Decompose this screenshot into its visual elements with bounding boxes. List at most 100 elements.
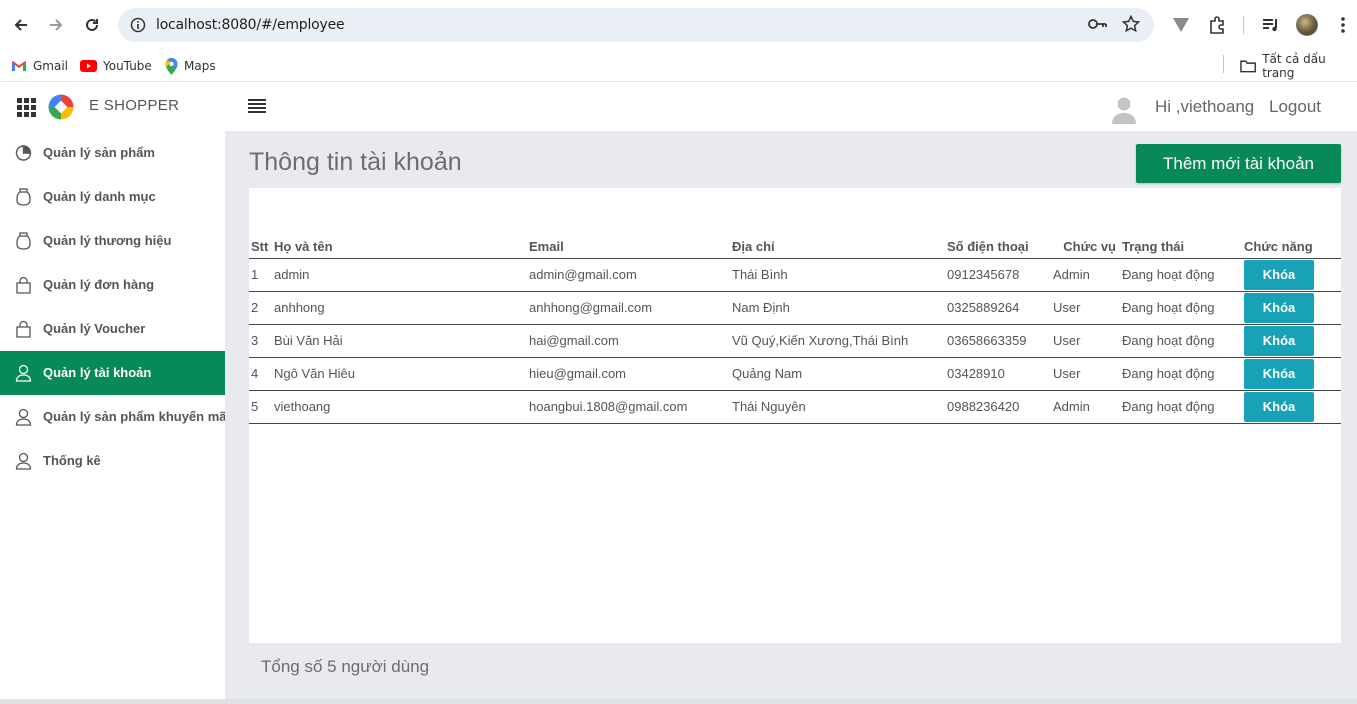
table-row: 1 admin admin@gmail.com Thái Bình 091234… (249, 258, 1341, 292)
cell-action: Khóa (1244, 291, 1341, 325)
bookmarks-separator (1223, 55, 1224, 73)
add-account-button[interactable]: Thêm mới tài khoản (1136, 144, 1341, 183)
sidebar-item-categories[interactable]: Quản lý danh mục (0, 175, 225, 219)
cell-role: User (1053, 324, 1122, 358)
cell-address: Vũ Quý,Kiến Xương,Thái Bình (732, 324, 947, 358)
cell-phone: 0988236420 (947, 390, 1053, 424)
sidebar-item-vouchers[interactable]: Quản lý Voucher (0, 307, 225, 351)
cell-status: Đang hoạt động (1122, 390, 1244, 424)
sidebar-item-label: Quản lý thương hiệu (43, 233, 172, 248)
user-icon (15, 364, 32, 382)
cell-phone: 03428910 (947, 357, 1053, 391)
table-row: 3 Bùi Văn Hải hai@gmail.com Vũ Quý,Kiến … (249, 324, 1341, 358)
cell-stt: 1 (249, 258, 274, 292)
sidebar-item-statistics[interactable]: Thống kê (0, 439, 225, 483)
logout-link[interactable]: Logout (1269, 97, 1321, 117)
bookmark-star-icon[interactable] (1122, 15, 1140, 33)
cell-status: Đang hoạt động (1122, 324, 1244, 358)
bookmark-gmail[interactable]: Gmail (11, 55, 68, 77)
bag-icon (16, 320, 31, 338)
app-header: E SHOPPER Hi ,viethoang Logout (0, 83, 1357, 131)
column-header: Trạng thái (1122, 236, 1244, 259)
site-info-icon[interactable] (130, 17, 146, 33)
cell-email: anhhong@gmail.com (529, 291, 732, 325)
lock-account-button[interactable]: Khóa (1244, 325, 1314, 356)
reload-button[interactable] (80, 13, 104, 37)
column-header: Chức vụ (1053, 236, 1122, 259)
all-bookmarks-button[interactable]: Tất cả dấu trang (1240, 52, 1357, 80)
apps-grid-icon[interactable] (17, 98, 36, 117)
password-key-icon[interactable] (1088, 17, 1108, 31)
browser-menu-button[interactable] (1331, 13, 1355, 37)
address-bar[interactable]: localhost:8080/#/employee (118, 8, 1154, 42)
url-text[interactable]: localhost:8080/#/employee (156, 17, 345, 33)
cell-role: User (1053, 291, 1122, 325)
bookmark-label: YouTube (103, 59, 152, 73)
all-bookmarks-label: Tất cả dấu trang (1262, 52, 1326, 80)
accounts-table: Stt Họ và tên Email Địa chỉ Số điện thoạ… (249, 236, 1341, 424)
toolbar-separator (1243, 16, 1244, 34)
greeting-text: Hi ,viethoang (1155, 97, 1255, 116)
vue-extension-icon (1173, 18, 1189, 32)
sidebar-item-label: Quản lý đơn hàng (43, 277, 155, 292)
user-icon (15, 452, 32, 470)
bookmark-youtube[interactable]: YouTube (80, 55, 152, 77)
extension-button[interactable] (1169, 13, 1193, 37)
back-button[interactable] (9, 13, 33, 37)
forward-arrow-icon (50, 19, 63, 31)
cell-role: User (1053, 357, 1122, 391)
bookmark-label: Maps (184, 59, 216, 73)
bookmark-maps[interactable]: Maps (165, 55, 216, 77)
extensions-menu-button[interactable] (1205, 13, 1229, 37)
jar-icon (16, 188, 31, 206)
table-row: 4 Ngô Văn Hiêu hieu@gmail.com Quảng Nam … (249, 357, 1341, 391)
sidebar-item-label: Quản lý Voucher (43, 321, 146, 336)
cell-status: Đang hoạt động (1122, 258, 1244, 292)
window-bottom-edge (0, 699, 1357, 704)
cell-role: Admin (1053, 258, 1122, 292)
cell-stt: 2 (249, 291, 274, 325)
cell-name: admin (274, 258, 529, 292)
accounts-card: Stt Họ và tên Email Địa chỉ Số điện thoạ… (249, 188, 1341, 643)
cell-name: Ngô Văn Hiêu (274, 357, 529, 391)
cell-name: anhhong (274, 291, 529, 325)
bag-icon (16, 276, 31, 294)
jar-icon (16, 232, 31, 250)
cell-stt: 5 (249, 390, 274, 424)
cell-address: Quảng Nam (732, 357, 947, 391)
sidebar-item-promotions[interactable]: Quản lý sản phẩm khuyến mãi (0, 395, 230, 439)
back-arrow-icon (14, 19, 27, 31)
cell-action: Khóa (1244, 324, 1341, 358)
brand-logo-icon (48, 94, 74, 120)
cell-address: Nam Định (732, 291, 947, 325)
cell-name: viethoang (274, 390, 529, 424)
forward-button[interactable] (44, 13, 68, 37)
column-header: Họ và tên (274, 236, 529, 259)
cell-address: Thái Nguyên (732, 390, 947, 424)
lock-account-button[interactable]: Khóa (1244, 259, 1314, 290)
sidebar-item-label: Quản lý sản phẩm khuyến mãi (43, 409, 231, 424)
sidebar-item-products[interactable]: Quản lý sản phẩm (0, 131, 225, 175)
lock-account-button[interactable]: Khóa (1244, 358, 1314, 389)
sidebar-item-label: Quản lý danh mục (43, 189, 156, 204)
lock-account-button[interactable]: Khóa (1244, 391, 1314, 422)
cell-stt: 4 (249, 357, 274, 391)
cell-email: admin@gmail.com (529, 258, 732, 292)
media-control-button[interactable] (1259, 13, 1283, 37)
cell-action: Khóa (1244, 357, 1341, 391)
sidebar-item-brands[interactable]: Quản lý thương hiệu (0, 219, 225, 263)
main-content: Thông tin tài khoản Thêm mới tài khoản S… (225, 131, 1357, 704)
lock-account-button[interactable]: Khóa (1244, 292, 1314, 323)
maps-icon (165, 57, 178, 75)
sidebar-item-orders[interactable]: Quản lý đơn hàng (0, 263, 225, 307)
table-row: 2 anhhong anhhong@gmail.com Nam Định 032… (249, 291, 1341, 325)
menu-toggle-icon[interactable] (248, 99, 266, 113)
total-users-text: Tổng số 5 người dùng (261, 657, 430, 676)
cell-stt: 3 (249, 324, 274, 358)
profile-avatar[interactable] (1296, 14, 1318, 36)
page-title: Thông tin tài khoản (249, 148, 462, 176)
cell-phone: 03658663359 (947, 324, 1053, 358)
cell-email: hai@gmail.com (529, 324, 732, 358)
cell-status: Đang hoạt động (1122, 357, 1244, 391)
sidebar-item-accounts[interactable]: Quản lý tài khoản (0, 351, 225, 395)
